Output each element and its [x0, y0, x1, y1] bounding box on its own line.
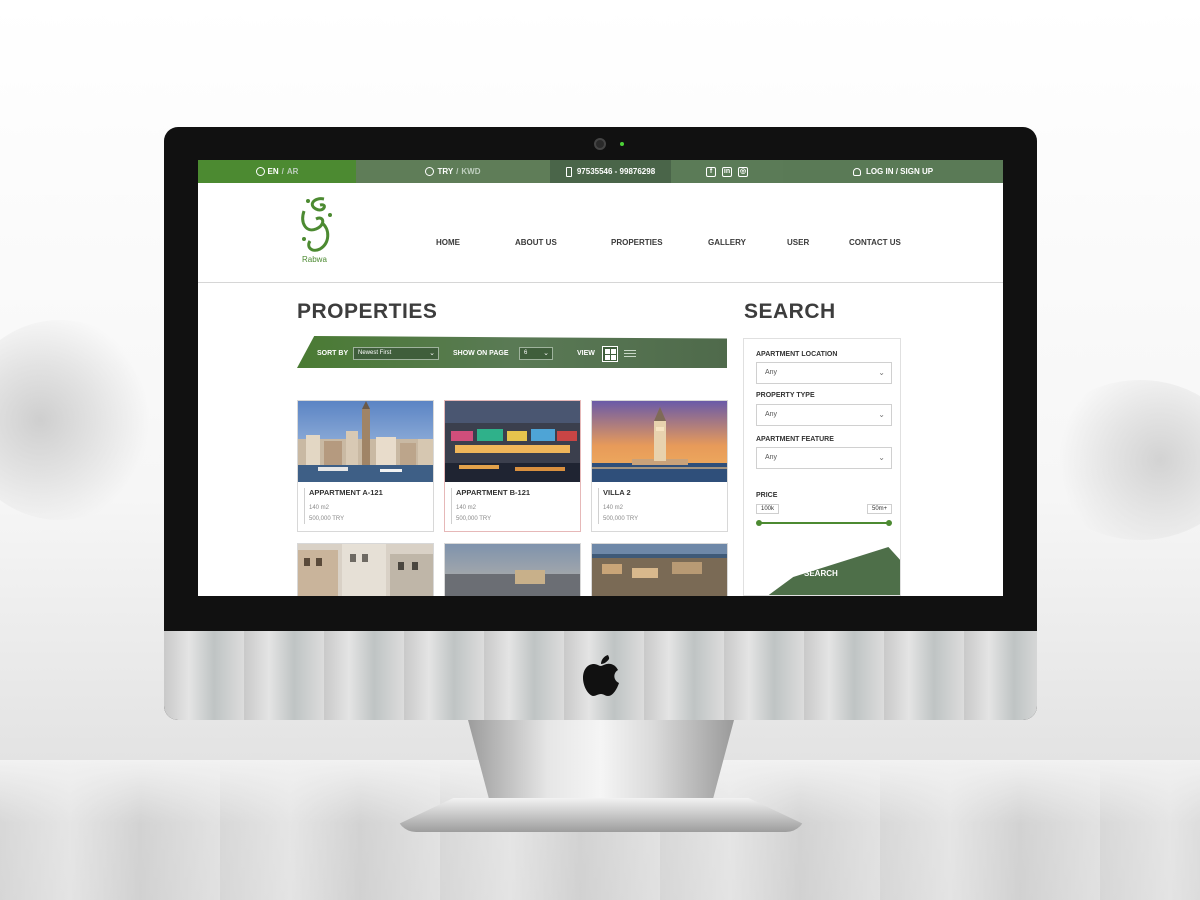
property-card[interactable]: APPARTMENT A-121 140 m2 500,000 TRY	[297, 400, 434, 532]
property-photo-galata[interactable]	[298, 401, 433, 482]
property-type-select[interactable]: Any ⌄	[756, 404, 892, 426]
nav-gallery[interactable]: GALLERY	[708, 238, 746, 247]
currency-kwd[interactable]: KWD	[461, 167, 480, 176]
property-card[interactable]: VILLA 2 140 m2 500,000 TRY	[591, 400, 728, 532]
card-price: 500,000 TRY	[456, 516, 492, 522]
card-divider	[304, 488, 305, 524]
price-slider-max-handle[interactable]	[886, 520, 892, 526]
chevron-down-icon: ⌄	[878, 453, 885, 462]
language-switch[interactable]: EN / AR	[198, 160, 356, 183]
monitor-stand-base	[396, 798, 806, 832]
phone-icon	[565, 166, 572, 177]
apartment-location-label: APARTMENT LOCATION	[756, 351, 838, 358]
property-card[interactable]: APPARTMENT B-121 140 m2 500,000 TRY	[444, 400, 581, 532]
monitor-stand	[468, 720, 734, 800]
price-slider-track[interactable]	[759, 522, 889, 524]
apartment-feature-label: APARTMENT FEATURE	[756, 436, 834, 443]
card-divider	[598, 488, 599, 524]
card-title[interactable]: APPARTMENT B-121	[456, 488, 530, 497]
sort-by-label: SORT BY	[317, 350, 349, 357]
view-label: VIEW	[577, 350, 595, 357]
search-button[interactable]: SEARCH	[766, 547, 900, 595]
login-label[interactable]: LOG IN / SIGN UP	[866, 167, 933, 176]
card-area: 140 m2	[603, 505, 624, 511]
card-price: 500,000 TRY	[309, 516, 345, 522]
property-photo-harbor[interactable]	[592, 544, 727, 596]
card-title[interactable]: APPARTMENT A-121	[309, 488, 383, 497]
monitor-chin	[164, 631, 1037, 720]
linkedin-icon[interactable]: in	[722, 166, 732, 177]
apartment-feature-select[interactable]: Any ⌄	[756, 447, 892, 469]
lang-separator: /	[281, 167, 284, 176]
property-photo-skyline[interactable]	[445, 544, 580, 596]
camera-led	[620, 142, 624, 146]
facebook-icon[interactable]: f	[706, 166, 716, 177]
card-area: 140 m2	[309, 505, 330, 511]
search-button-label: SEARCH	[804, 569, 838, 578]
property-photo-bazaar[interactable]	[445, 401, 580, 482]
user-icon	[852, 167, 861, 176]
phone-contact: 97535546 - 99876298	[550, 160, 671, 183]
lang-ar[interactable]: AR	[287, 167, 299, 176]
phone-number: 97535546 - 99876298	[576, 167, 656, 176]
site-header: Rabwa HOME ABOUT US PROPERTIES GALLERY U…	[198, 183, 1003, 283]
apple-logo-icon	[583, 655, 619, 696]
chevron-down-icon: ⌄	[878, 368, 885, 377]
grid-view-icon[interactable]	[602, 346, 618, 362]
currency-separator: /	[456, 167, 459, 176]
property-photo-buildings[interactable]	[298, 544, 433, 596]
nav-contact-us[interactable]: CONTACT US	[849, 238, 901, 247]
list-view-icon[interactable]	[624, 348, 636, 360]
chevron-down-icon: ⌄	[429, 350, 435, 357]
nav-about-us[interactable]: ABOUT US	[515, 238, 557, 247]
property-card[interactable]	[297, 543, 434, 596]
apartment-location-value: Any	[765, 369, 778, 376]
price-slider-min-handle[interactable]	[756, 520, 762, 526]
top-bar: EN / AR TRY / KWD 97535546 - 99876298 f …	[198, 160, 1003, 183]
currency-try[interactable]: TRY	[437, 167, 453, 176]
nav-home[interactable]: HOME	[436, 238, 460, 247]
search-heading: SEARCH	[744, 300, 836, 323]
currency-switch[interactable]: TRY / KWD	[356, 160, 550, 183]
globe-icon	[255, 167, 265, 176]
chevron-down-icon: ⌄	[543, 350, 549, 357]
price-label: PRICE	[756, 492, 778, 499]
property-card[interactable]	[444, 543, 581, 596]
property-photo-maiden-tower[interactable]	[592, 401, 727, 482]
show-on-page-value: 6	[524, 350, 528, 356]
card-price: 500,000 TRY	[603, 516, 639, 522]
search-panel: APARTMENT LOCATION Any ⌄ PROPERTY TYPE A…	[743, 338, 901, 596]
price-max-tag: 50m+	[867, 504, 893, 514]
property-type-label: PROPERTY TYPE	[756, 392, 815, 399]
login-link[interactable]: LOG IN / SIGN UP	[783, 160, 1003, 183]
card-title[interactable]: VILLA 2	[603, 488, 631, 497]
sort-value: Newest First	[358, 350, 392, 356]
card-divider	[451, 488, 452, 524]
property-type-value: Any	[765, 411, 778, 418]
social-links: f in ◎	[671, 160, 783, 183]
instagram-icon[interactable]: ◎	[738, 166, 748, 177]
properties-heading: PROPERTIES	[297, 300, 438, 323]
price-min-tag: 100k	[756, 504, 780, 514]
show-on-page-label: SHOW ON PAGE	[453, 350, 509, 357]
listing-toolbar: SORT BY Newest First ⌄ SHOW ON PAGE 6 ⌄ …	[297, 336, 727, 368]
apartment-feature-value: Any	[765, 454, 778, 461]
property-card[interactable]	[591, 543, 728, 596]
lang-en[interactable]: EN	[268, 167, 279, 176]
clock-icon	[425, 167, 435, 176]
logo-wordmark: Rabwa	[302, 255, 327, 264]
card-area: 140 m2	[456, 505, 477, 511]
imac-monitor: EN / AR TRY / KWD 97535546 - 99876298 f …	[164, 127, 1037, 720]
smoke-decoration-left	[0, 320, 160, 520]
chevron-down-icon: ⌄	[878, 410, 885, 419]
nav-properties[interactable]: PROPERTIES	[611, 238, 663, 247]
show-on-page-select[interactable]: 6 ⌄	[519, 347, 553, 360]
nav-user[interactable]: USER	[787, 238, 809, 247]
apartment-location-select[interactable]: Any ⌄	[756, 362, 892, 384]
sort-select[interactable]: Newest First ⌄	[353, 347, 439, 360]
website-screen: EN / AR TRY / KWD 97535546 - 99876298 f …	[198, 160, 1003, 596]
camera	[594, 138, 606, 150]
smoke-decoration-right	[1040, 380, 1200, 540]
